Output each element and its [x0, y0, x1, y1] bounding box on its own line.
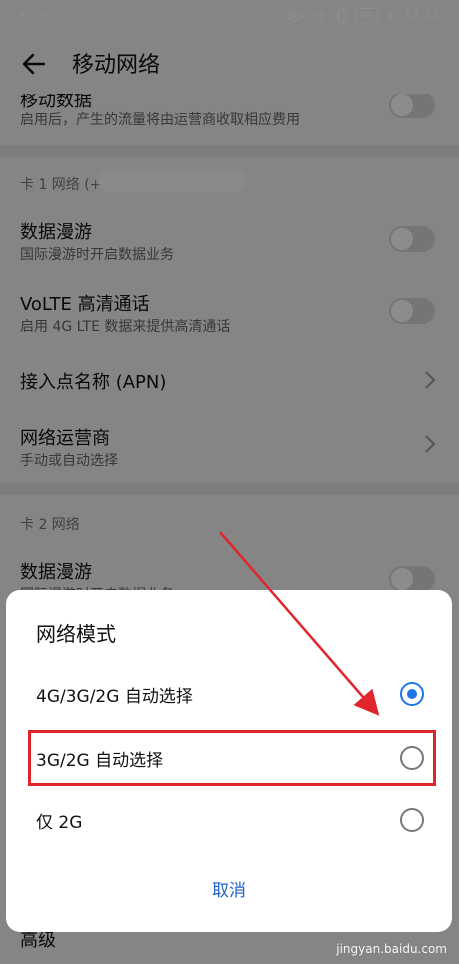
watermark: jingyan.baidu.com: [336, 942, 447, 956]
annotation-arrow-icon: [219, 531, 380, 716]
